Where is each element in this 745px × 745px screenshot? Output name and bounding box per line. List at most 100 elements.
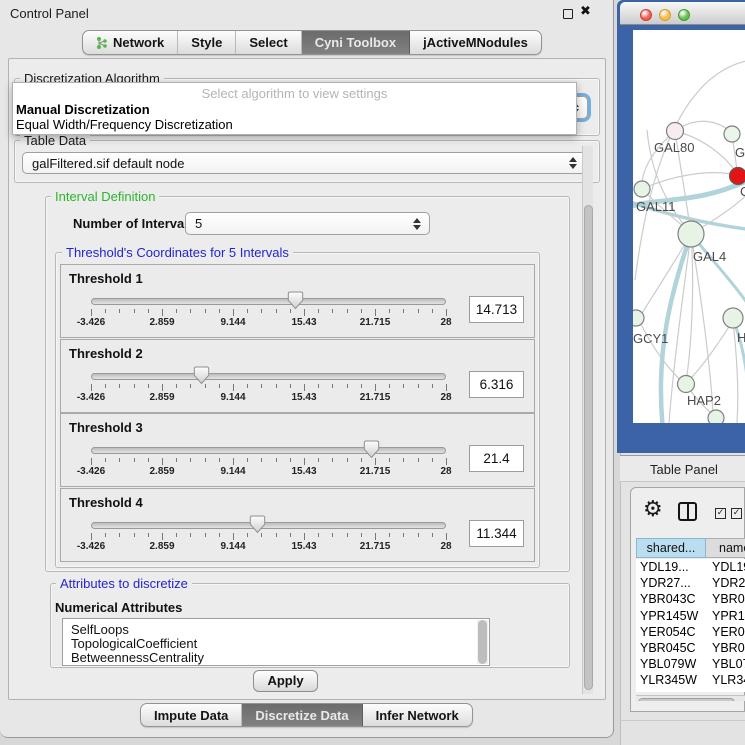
slider-tick-label: 15.43: [291, 392, 316, 403]
slider-tick-label: 21.715: [360, 317, 391, 328]
table-row[interactable]: YDL19...YDL19: [636, 559, 745, 575]
threshold-value-field[interactable]: 11.344: [469, 520, 524, 547]
slider-track[interactable]: [91, 447, 446, 454]
slider-tick: [332, 458, 333, 462]
table-row[interactable]: YBR043CYBR04: [636, 591, 745, 607]
table-row[interactable]: YIL052CYIL05: [636, 689, 745, 693]
slider-tick: [403, 458, 404, 462]
threshold-label: Threshold 1: [69, 271, 143, 286]
table-data-select[interactable]: galFiltered.sif default node: [22, 152, 586, 174]
minimize-traffic-light-icon[interactable]: [659, 9, 671, 21]
threshold-value-field[interactable]: 6.316: [469, 371, 524, 398]
network-node[interactable]: [724, 126, 740, 142]
network-node[interactable]: [633, 310, 644, 326]
algorithm-popup: Select algorithm to view settings Manual…: [12, 82, 577, 135]
slider-tick: [91, 533, 92, 540]
slider-track[interactable]: [91, 522, 446, 529]
close-traffic-light-icon[interactable]: [640, 9, 652, 21]
table-data-label: Table Data: [20, 133, 90, 148]
cell-name: YBR04: [712, 591, 745, 607]
network-canvas[interactable]: GAL80GACGAL11GAL4GCY1HHAP2: [633, 30, 745, 423]
threshold-value-field[interactable]: 14.713: [469, 296, 524, 323]
table-horizontal-scrollbar[interactable]: [636, 695, 745, 701]
network-node[interactable]: [678, 376, 695, 393]
apply-button[interactable]: Apply: [253, 670, 318, 692]
popup-option-equal-width[interactable]: Equal Width/Frequency Discretization: [16, 117, 233, 132]
network-edge[interactable]: [642, 173, 731, 189]
tab-infer-network[interactable]: Infer Network: [363, 704, 472, 726]
network-node[interactable]: [634, 181, 650, 197]
checkbox-checked-icon[interactable]: ✓: [731, 508, 742, 519]
slider-tick: [190, 458, 191, 462]
network-edge[interactable]: [686, 234, 693, 382]
slider-thumb[interactable]: [193, 366, 210, 390]
network-edge[interactable]: [641, 234, 691, 315]
slider-tick: [332, 384, 333, 388]
tab-label: Cyni Toolbox: [315, 35, 396, 50]
slider-tick: [304, 458, 305, 465]
slider-tick: [91, 458, 92, 465]
slider-tick-label: 15.43: [291, 466, 316, 477]
slider-thumb[interactable]: [363, 440, 380, 464]
network-edge[interactable]: [689, 320, 733, 380]
zoom-traffic-light-icon[interactable]: [678, 9, 690, 21]
tab-impute-data[interactable]: Impute Data: [141, 704, 242, 726]
tab-style[interactable]: Style: [178, 31, 236, 54]
column-header-shared-name[interactable]: shared...: [636, 538, 706, 558]
slider-thumb[interactable]: [249, 515, 266, 539]
table-row[interactable]: YDR27...YDR27: [636, 575, 745, 591]
slider-tick-label: 9.144: [220, 466, 245, 477]
attribute-list-item[interactable]: SelfLoops: [63, 623, 489, 637]
network-node[interactable]: [730, 168, 745, 185]
table-row[interactable]: YBL079WYBL07: [636, 656, 745, 672]
popup-option-manual[interactable]: Manual Discretization: [16, 102, 150, 117]
tab-jactivemnodules[interactable]: jActiveMNodules: [410, 31, 541, 54]
threshold-value-field[interactable]: 21.4: [469, 445, 524, 472]
float-window-icon[interactable]: [563, 9, 573, 19]
split-columns-icon[interactable]: [678, 502, 697, 521]
network-node[interactable]: [667, 123, 684, 140]
table-row[interactable]: YPR145WYPR14: [636, 608, 745, 624]
slider-tick: [446, 533, 447, 540]
tab-select[interactable]: Select: [236, 31, 301, 54]
cell-name: YBL07: [712, 656, 745, 672]
column-header-name[interactable]: name: [706, 538, 745, 558]
network-edge-highlighted[interactable]: [691, 234, 745, 312]
threshold-panel: Threshold 4-3.4262.8599.14415.4321.71528…: [60, 488, 535, 562]
slider-tick: [247, 458, 248, 462]
checkbox-checked-icon[interactable]: ✓: [715, 508, 726, 519]
main-scrollbar[interactable]: [582, 146, 593, 694]
slider-tick: [375, 384, 376, 391]
slider-track[interactable]: [91, 373, 446, 380]
table-row[interactable]: YER054CYER05: [636, 624, 745, 640]
popup-hint: Select algorithm to view settings: [13, 86, 576, 101]
attribute-list-item[interactable]: BetweennessCentrality: [63, 651, 489, 665]
slider-track[interactable]: [91, 298, 446, 305]
tab-network[interactable]: Network: [83, 31, 178, 54]
attributes-list-scrollbar[interactable]: [477, 620, 488, 664]
slider-tick: [290, 533, 291, 537]
table-row[interactable]: YLR345WYLR34: [636, 672, 745, 688]
slider-tick-label: 2.859: [149, 466, 174, 477]
numerical-attributes-list[interactable]: SelfLoopsTopologicalCoefficientBetweenne…: [62, 618, 490, 666]
network-node[interactable]: [708, 410, 724, 423]
slider-tick: [119, 533, 120, 537]
network-node[interactable]: [678, 221, 704, 247]
slider-thumb[interactable]: [287, 291, 304, 315]
tab-discretize-data[interactable]: Discretize Data: [242, 704, 362, 726]
table-panel-divider: [620, 720, 745, 721]
number-of-intervals-select[interactable]: 5: [185, 212, 430, 235]
close-icon[interactable]: ✖: [580, 4, 591, 19]
tab-cyni-toolbox[interactable]: Cyni Toolbox: [302, 31, 410, 54]
attribute-list-item[interactable]: TopologicalCoefficient: [63, 637, 489, 651]
table-row[interactable]: YBR045CYBR04: [636, 640, 745, 656]
settings-gear-icon[interactable]: ⚙: [643, 497, 663, 522]
network-node-label: GCY1: [633, 331, 668, 346]
tab-label: Discretize Data: [255, 708, 348, 723]
slider-tick: [91, 384, 92, 391]
network-window-titlebar[interactable]: [620, 2, 745, 25]
table-hscrollbar-thumb[interactable]: [638, 698, 735, 701]
threshold-panel: Threshold 3-3.4262.8599.14415.4321.71528…: [60, 413, 535, 487]
network-node[interactable]: [723, 308, 743, 328]
main-scrollbar-thumb[interactable]: [584, 205, 593, 690]
